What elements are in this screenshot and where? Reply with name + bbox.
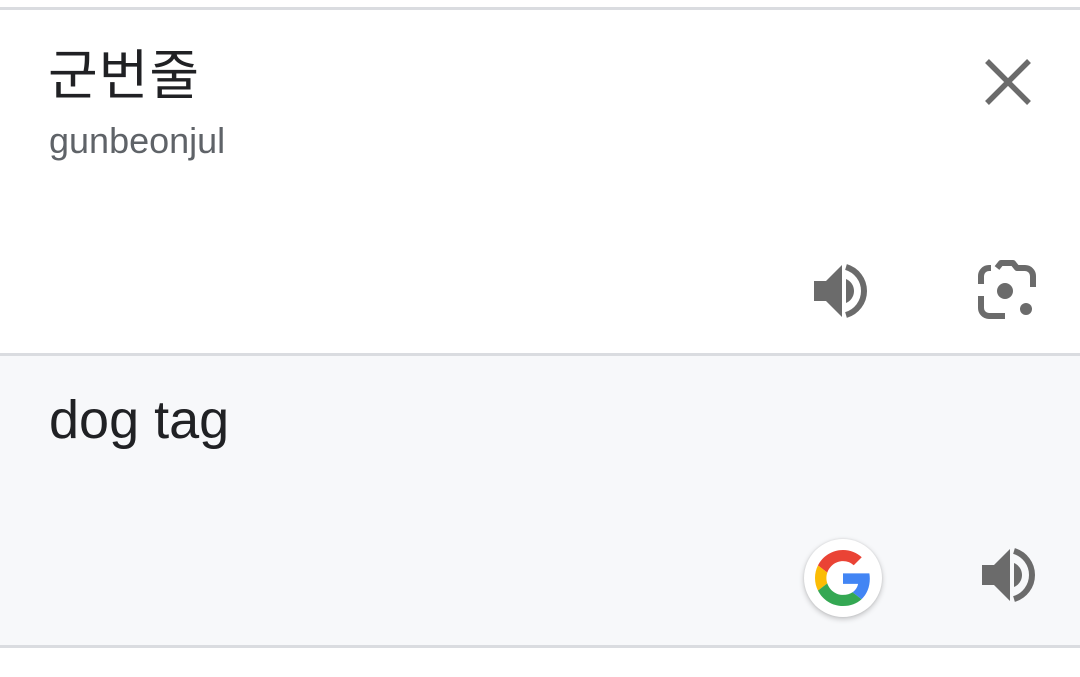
speaker-icon — [814, 264, 867, 318]
translation-card: 군번줄 gunbeonjul dog tag — [0, 0, 1080, 677]
source-listen-button[interactable] — [804, 255, 876, 327]
google-search-button[interactable] — [804, 539, 882, 617]
bottom-divider — [0, 645, 1080, 648]
speaker-icon — [982, 548, 1035, 602]
clear-button[interactable] — [976, 50, 1040, 114]
translation-text[interactable]: dog tag — [49, 388, 229, 452]
source-panel: 군번줄 gunbeonjul — [0, 10, 1080, 353]
source-text[interactable]: 군번줄 — [48, 44, 200, 108]
google-g-icon — [815, 550, 870, 606]
lens-button[interactable] — [970, 255, 1044, 329]
translation-listen-button[interactable] — [972, 539, 1044, 611]
camera-lens-icon — [978, 260, 1036, 319]
target-panel: dog tag — [0, 356, 1080, 645]
source-transliteration: gunbeonjul — [49, 120, 226, 161]
close-icon — [985, 59, 1031, 105]
